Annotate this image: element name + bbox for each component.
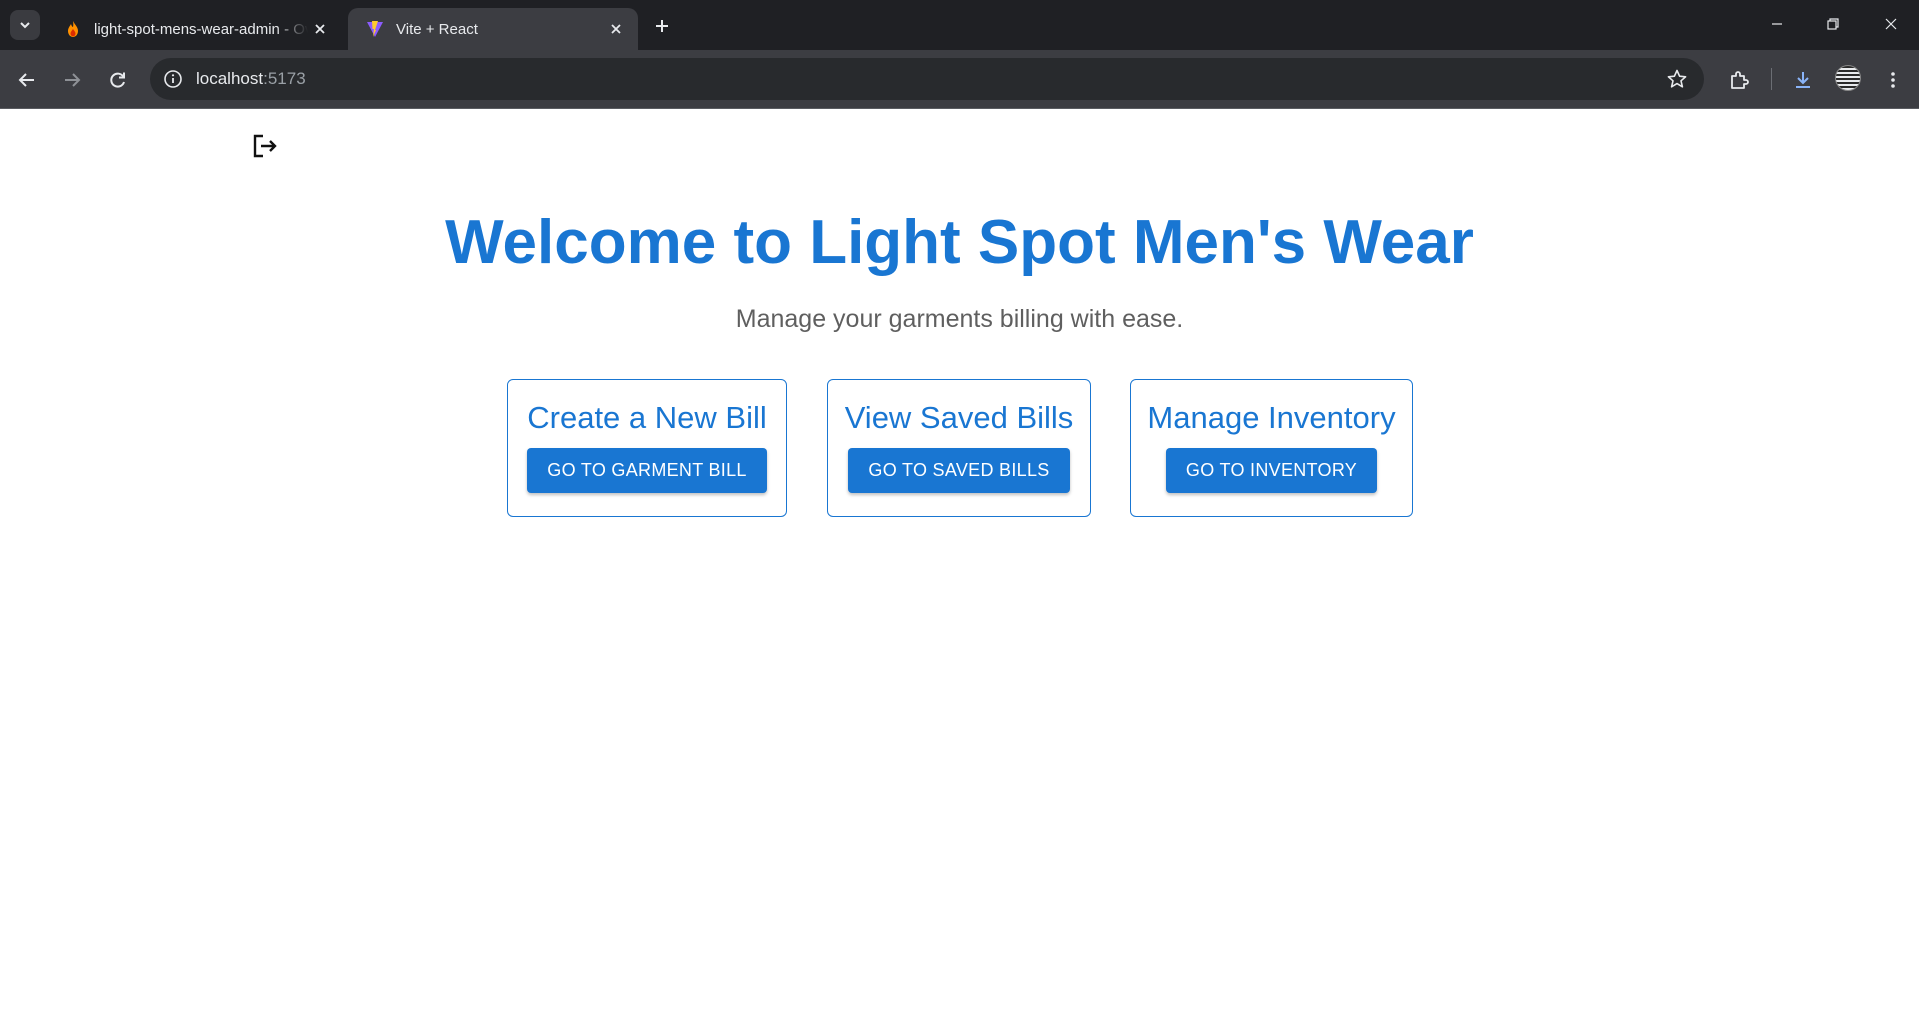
logout-button[interactable] [250, 131, 280, 161]
toolbar-divider [1771, 68, 1772, 90]
more-vertical-icon [1891, 72, 1895, 88]
tab-title: light-spot-mens-wear-admin - Overview - … [94, 20, 308, 38]
vite-icon [367, 21, 383, 37]
restore-button[interactable] [1813, 6, 1853, 42]
card-title: View Saved Bills [844, 400, 1074, 435]
tab-search-button[interactable] [10, 10, 40, 40]
url-host: localhost [196, 69, 264, 88]
puzzle-icon [1731, 71, 1749, 89]
extensions-button[interactable] [1724, 65, 1754, 95]
minimize-button[interactable] [1757, 6, 1797, 42]
close-icon [315, 24, 325, 34]
reload-button[interactable] [103, 65, 133, 95]
downloads-button[interactable] [1788, 65, 1818, 95]
url-port: :5173 [263, 69, 306, 88]
browser-tab-vite[interactable]: Vite + React [348, 8, 638, 50]
close-icon [611, 24, 621, 34]
card-manage-inventory: Manage Inventory GO TO INVENTORY [1130, 379, 1413, 517]
page-title: Welcome to Light Spot Men's Wear [445, 208, 1474, 277]
close-tab-button[interactable] [308, 17, 332, 41]
forward-button[interactable] [57, 65, 87, 95]
firebase-icon [68, 21, 78, 37]
profile-avatar[interactable] [1835, 65, 1861, 91]
close-window-button[interactable] [1871, 6, 1911, 42]
go-to-saved-bills-button[interactable]: GO TO SAVED BILLS [848, 448, 1070, 493]
browser-tab-firebase[interactable]: light-spot-mens-wear-admin - Overview - … [46, 8, 342, 50]
address-bar[interactable]: localhost:5173 [150, 58, 1704, 100]
new-tab-button[interactable] [648, 12, 676, 40]
bookmark-star-icon[interactable] [1666, 68, 1688, 90]
site-info-icon[interactable] [162, 68, 184, 90]
close-tab-button[interactable] [604, 17, 628, 41]
address-url: localhost:5173 [196, 69, 306, 89]
browser-tab-strip: light-spot-mens-wear-admin - Overview - … [0, 0, 1919, 50]
page-subtitle: Manage your garments billing with ease. [735, 305, 1184, 333]
close-icon [1885, 18, 1897, 30]
logout-icon [253, 134, 277, 158]
plus-icon [656, 20, 668, 32]
go-to-inventory-button[interactable]: GO TO INVENTORY [1165, 448, 1378, 493]
card-saved-bills: View Saved Bills GO TO SAVED BILLS [827, 379, 1091, 517]
arrow-right-icon [65, 73, 81, 87]
restore-icon [1827, 18, 1839, 30]
page-content: Welcome to Light Spot Men's Wear Manage … [0, 109, 1919, 1017]
card-create-bill: Create a New Bill GO TO GARMENT BILL [507, 379, 787, 517]
tab-title: Vite + React [396, 20, 478, 38]
go-to-garment-bill-button[interactable]: GO TO GARMENT BILL [527, 448, 767, 493]
back-button[interactable] [12, 65, 42, 95]
browser-toolbar: localhost:5173 [0, 50, 1919, 108]
browser-menu-button[interactable] [1878, 65, 1908, 95]
card-title: Create a New Bill [527, 400, 767, 435]
card-title: Manage Inventory [1147, 400, 1396, 435]
chevron-down-icon [20, 22, 30, 29]
minimize-icon [1772, 23, 1782, 25]
download-icon [1796, 72, 1810, 88]
reload-icon [110, 72, 125, 88]
arrow-left-icon [18, 73, 34, 87]
